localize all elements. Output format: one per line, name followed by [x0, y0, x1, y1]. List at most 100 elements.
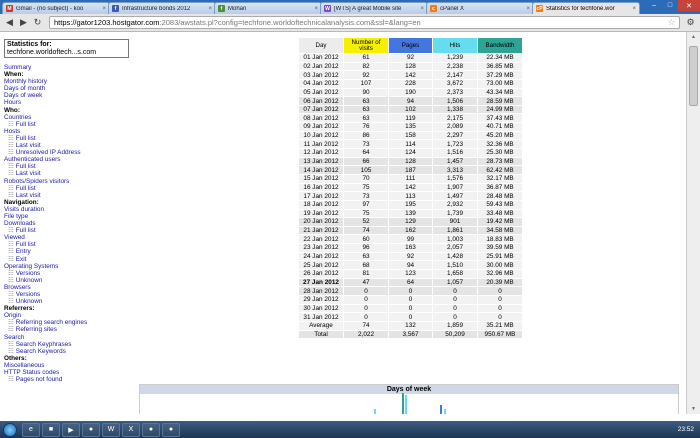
nav-link[interactable]: HTTP Status codes: [4, 369, 131, 376]
nav-link[interactable]: ☷ Versions: [4, 270, 131, 277]
folder-icon[interactable]: ■: [42, 422, 60, 437]
nav-link[interactable]: Viewed: [4, 234, 131, 241]
sub-item-icon: ☷: [8, 291, 14, 298]
maximize-icon[interactable]: □: [662, 0, 678, 11]
table-row: 14 Jan 2012 105 187 3,313 62.42 MB: [298, 165, 523, 175]
nav-link[interactable]: ☷ Entry: [4, 248, 131, 255]
vertical-scrollbar[interactable]: ▲ ▼: [686, 32, 700, 414]
excel-icon[interactable]: X: [122, 422, 140, 437]
wrench-icon[interactable]: ⚙: [684, 16, 697, 29]
nav-link[interactable]: File type: [4, 213, 131, 220]
nav-link[interactable]: Hosts: [4, 128, 131, 135]
nav-link[interactable]: Search: [4, 334, 131, 341]
row-label-cell: 16 Jan 2012: [298, 182, 344, 193]
value-cell: 187: [388, 165, 433, 175]
value-cell: 64: [388, 277, 433, 288]
browser-tab[interactable]: W [WTS] A great Mobile site ×: [320, 2, 428, 14]
table-row: 29 Jan 2012 0 0 0 0: [298, 294, 523, 305]
close-window-icon[interactable]: ✕: [678, 0, 700, 11]
nav-link[interactable]: ☷ Referring sites: [4, 326, 131, 333]
nav-link[interactable]: Browsers: [4, 284, 131, 291]
nav-link[interactable]: ☷ Referring search engines: [4, 319, 131, 326]
value-cell: 1,907: [432, 182, 478, 193]
browser-tab[interactable]: cP Statistics for techfone.wor ×: [532, 2, 640, 14]
value-cell: 2,932: [432, 199, 478, 210]
table-row: 05 Jan 2012 90 190 2,373 43.34 MB: [298, 87, 523, 98]
bookmark-star-icon[interactable]: ☆: [668, 18, 675, 27]
scrollbar-thumb[interactable]: [689, 46, 698, 106]
nav-link[interactable]: ☷ Unknown: [4, 298, 131, 305]
nav-link[interactable]: ☷ Versions: [4, 291, 131, 298]
chrome-icon[interactable]: ●: [82, 422, 100, 437]
nav-link[interactable]: Robots/Spiders visitors: [4, 178, 131, 185]
nav-link[interactable]: Miscellaneous: [4, 362, 131, 369]
tab-close-icon[interactable]: ×: [208, 6, 212, 12]
days-of-week-title: Days of week: [140, 385, 678, 394]
nav-link[interactable]: ☷ Full list: [4, 163, 131, 170]
nav-link[interactable]: ☷ Exit: [4, 256, 131, 263]
nav-link[interactable]: Days of month: [4, 85, 131, 92]
address-bar[interactable]: https://gator1203.hostgator.com:2083/aws…: [49, 16, 680, 29]
nav-link[interactable]: ☷ Pages not found: [4, 376, 131, 383]
ie-icon[interactable]: e: [22, 422, 40, 437]
word-icon[interactable]: W: [102, 422, 120, 437]
browser-tab[interactable]: c cPanel X ×: [426, 2, 534, 14]
browser-tab[interactable]: f Infrastructure bonds 2012 ×: [108, 2, 216, 14]
nav-label: Others:: [4, 354, 27, 362]
media-player-icon[interactable]: ▶: [62, 422, 80, 437]
sub-item-icon: ☷: [8, 134, 14, 142]
row-label-cell: 07 Jan 2012: [298, 104, 344, 115]
nav-link[interactable]: ☷ Full list: [4, 185, 131, 192]
reload-icon[interactable]: ↻: [31, 16, 44, 29]
nav-link[interactable]: Summary: [4, 64, 131, 71]
scroll-up-icon[interactable]: ▲: [687, 32, 700, 42]
nav-link[interactable]: Hours: [4, 99, 131, 106]
scroll-down-icon[interactable]: ▼: [687, 404, 700, 414]
nav-link[interactable]: ☷ Full list: [4, 241, 131, 248]
forward-icon[interactable]: ▶: [17, 16, 30, 29]
minimize-icon[interactable]: –: [646, 0, 662, 11]
nav-link[interactable]: ☷ Full list: [4, 135, 131, 142]
browser-tab[interactable]: M Gmail - (no subject) - koo ×: [2, 2, 110, 14]
sub-item-icon: ☷: [8, 255, 14, 263]
value-cell: 0: [388, 286, 433, 296]
app-icon[interactable]: ●: [162, 422, 180, 437]
nav-link[interactable]: Days of week: [4, 92, 131, 99]
table-row: 18 Jan 2012 97 195 2,932 59.43 MB: [298, 199, 523, 210]
browser-tab[interactable]: f Mohan ×: [214, 2, 322, 14]
nav-label: Authenticated users: [4, 156, 61, 164]
nav-section-heading: Navigation:: [4, 199, 131, 206]
tab-favicon-icon: f: [218, 5, 225, 12]
tab-close-icon[interactable]: ×: [420, 6, 424, 12]
nav-link[interactable]: ☷ Full list: [4, 227, 131, 234]
tab-close-icon[interactable]: ×: [632, 6, 636, 12]
nav-link[interactable]: ☷ Last visit: [4, 142, 131, 149]
tab-close-icon[interactable]: ×: [314, 6, 318, 12]
nav-link[interactable]: ☷ Last visit: [4, 170, 131, 177]
nav-link[interactable]: ☷ Search Keyphrases: [4, 341, 131, 348]
nav-link[interactable]: ☷ Unknown: [4, 277, 131, 284]
value-cell: 61: [343, 53, 389, 63]
value-cell: 20.39 MB: [477, 277, 523, 288]
nav-link[interactable]: ☷ Unresolved IP Address: [4, 149, 131, 156]
nav-link[interactable]: Countries: [4, 114, 131, 121]
tab-close-icon[interactable]: ×: [526, 6, 530, 12]
start-button[interactable]: [3, 422, 17, 437]
nav-link[interactable]: Authenticated users: [4, 156, 131, 163]
value-cell: 32.36 MB: [477, 139, 523, 150]
nav-link[interactable]: Monthly history: [4, 78, 131, 85]
nav-link[interactable]: Visits duration: [4, 206, 131, 213]
nav-link[interactable]: ☷ Search Keywords: [4, 348, 131, 355]
nav-link[interactable]: ☷ Last visit: [4, 192, 131, 199]
tab-close-icon[interactable]: ×: [102, 6, 106, 12]
value-cell: 68: [343, 260, 389, 270]
back-icon[interactable]: ◀: [3, 16, 16, 29]
nav-link[interactable]: Downloads: [4, 220, 131, 227]
app-icon[interactable]: ●: [142, 422, 160, 437]
table-row: 16 Jan 2012 75 142 1,907 36.87 MB: [298, 182, 523, 193]
value-cell: 0: [343, 286, 389, 296]
nav-link[interactable]: Operating Systems: [4, 263, 131, 270]
nav-link[interactable]: Origin: [4, 312, 131, 319]
nav-link[interactable]: ☷ Full list: [4, 121, 131, 128]
table-row: 21 Jan 2012 74 162 1,861 34.58 MB: [298, 225, 523, 236]
